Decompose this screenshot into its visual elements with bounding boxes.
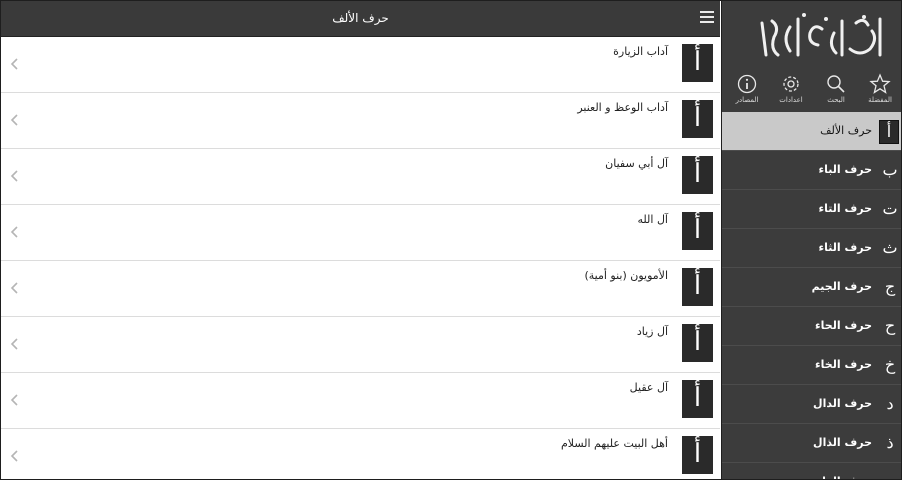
nav-letter: أ <box>879 120 899 144</box>
star-icon <box>869 73 891 94</box>
nav-letter: ذ <box>886 433 894 452</box>
nav-letter: ر <box>881 471 899 479</box>
list-item[interactable]: أ أهل البيت عليهم السلام <box>1 429 720 479</box>
nav-item-ta[interactable]: ت حرف التاء <box>722 190 901 229</box>
nav-letter: ث <box>882 238 898 257</box>
nav-item-kha[interactable]: خ حرف الخاء <box>722 346 901 385</box>
hamburger-menu-icon[interactable] <box>700 11 714 25</box>
list-item[interactable]: أ آداب الزيارة <box>1 37 720 93</box>
letter-tile: أ <box>682 44 713 82</box>
entry-title: آل زياد <box>636 325 668 338</box>
search-button[interactable]: البحث <box>816 73 856 111</box>
entry-title: آداب الوعظ و العنبر <box>577 101 668 114</box>
nav-item-tha[interactable]: ث حرف الثاء <box>722 229 901 268</box>
nav-item-dal[interactable]: د حرف الدال <box>722 385 901 424</box>
letter-nav: أ حرف الألف ب حرف الباء ت حرف التاء ث حر… <box>722 112 901 479</box>
calligraphy-logo <box>760 13 882 57</box>
nav-item-dhal[interactable]: ذ حرف الذال <box>722 424 901 463</box>
nav-letter: خ <box>884 355 896 374</box>
nav-letter: ت <box>882 199 898 218</box>
gear-icon <box>783 76 799 92</box>
list-item[interactable]: أ آداب الوعظ و العنبر <box>1 93 720 149</box>
nav-label: حرف الجيم <box>811 280 872 293</box>
nav-letter: ج <box>884 277 896 296</box>
nav-letter: ب <box>882 160 898 179</box>
nav-letter: د <box>886 394 894 413</box>
letter-tile: أ <box>682 380 713 418</box>
sources-button[interactable]: المصادر <box>727 73 767 111</box>
tool-label: اعدادات <box>779 96 803 104</box>
letter-tile: أ <box>682 100 713 138</box>
nav-label: حرف الحاء <box>815 319 872 332</box>
top-bar: حرف الألف <box>1 1 720 37</box>
nav-label: حرف الألف <box>820 124 872 137</box>
chevron-left-icon <box>10 114 18 126</box>
nav-letter: ح <box>884 316 896 335</box>
nav-label: حرف الدال <box>813 397 872 410</box>
tool-label: المصادر <box>735 96 759 104</box>
app-window: حرف الألف أ آداب الزيارة أ آداب الوعظ و … <box>0 0 902 480</box>
chevron-left-icon <box>10 226 18 238</box>
nav-item-jim[interactable]: ج حرف الجيم <box>722 268 901 307</box>
letter-tile: أ <box>682 156 713 194</box>
letter-tile: أ <box>682 324 713 362</box>
list-item[interactable]: أ آل زياد <box>1 317 720 373</box>
chevron-left-icon <box>10 282 18 294</box>
nav-item-alef[interactable]: أ حرف الألف <box>722 112 901 151</box>
list-item[interactable]: أ آل عقيل <box>1 373 720 429</box>
chevron-left-icon <box>10 394 18 406</box>
tool-label: البحث <box>827 96 845 104</box>
letter-tile: أ <box>682 436 713 474</box>
entry-title: آداب الزيارة <box>613 45 668 58</box>
entry-title: أهل البيت عليهم السلام <box>560 437 668 450</box>
nav-label: حرف الخاء <box>815 358 872 371</box>
list-item[interactable]: أ الأمويون (بنو أمية) <box>1 261 720 317</box>
settings-button[interactable]: اعدادات <box>771 73 811 111</box>
chevron-left-icon <box>10 58 18 70</box>
sidebar: المفضلة البحث اعدادات المصادر أ حرف الأل… <box>721 1 901 479</box>
nav-label: حرف الثاء <box>818 241 872 254</box>
tool-label: المفضلة <box>868 96 892 104</box>
letter-tile: أ <box>682 268 713 306</box>
chevron-left-icon <box>10 338 18 350</box>
nav-label: حرف التاء <box>818 202 872 215</box>
letter-tile: أ <box>682 212 713 250</box>
entry-list: أ آداب الزيارة أ آداب الوعظ و العنبر أ آ… <box>1 37 720 479</box>
entry-title: الأمويون (بنو أمية) <box>584 269 668 282</box>
nav-item-ba[interactable]: ب حرف الباء <box>722 151 901 190</box>
nav-label: حرف الراء <box>816 463 872 479</box>
page-title: حرف الألف <box>332 11 389 25</box>
toolbar: المفضلة البحث اعدادات المصادر <box>722 73 901 111</box>
app-logo <box>752 9 890 65</box>
list-item[interactable]: أ آل أبي سفيان <box>1 149 720 205</box>
entry-title: آل أبي سفيان <box>605 157 668 170</box>
main-panel: حرف الألف أ آداب الزيارة أ آداب الوعظ و … <box>1 1 720 479</box>
entry-title: آل الله <box>637 213 669 226</box>
search-icon <box>827 75 845 93</box>
nav-label: حرف الذال <box>813 436 872 449</box>
entry-title: آل عقيل <box>629 381 668 394</box>
chevron-left-icon <box>10 170 18 182</box>
favorites-button[interactable]: المفضلة <box>860 73 900 111</box>
nav-label: حرف الباء <box>818 163 872 176</box>
info-icon <box>737 74 757 94</box>
chevron-left-icon <box>10 450 18 462</box>
nav-item-ha[interactable]: ح حرف الحاء <box>722 307 901 346</box>
nav-item-ra[interactable]: ر حرف الراء <box>722 463 901 479</box>
list-item[interactable]: أ آل الله <box>1 205 720 261</box>
